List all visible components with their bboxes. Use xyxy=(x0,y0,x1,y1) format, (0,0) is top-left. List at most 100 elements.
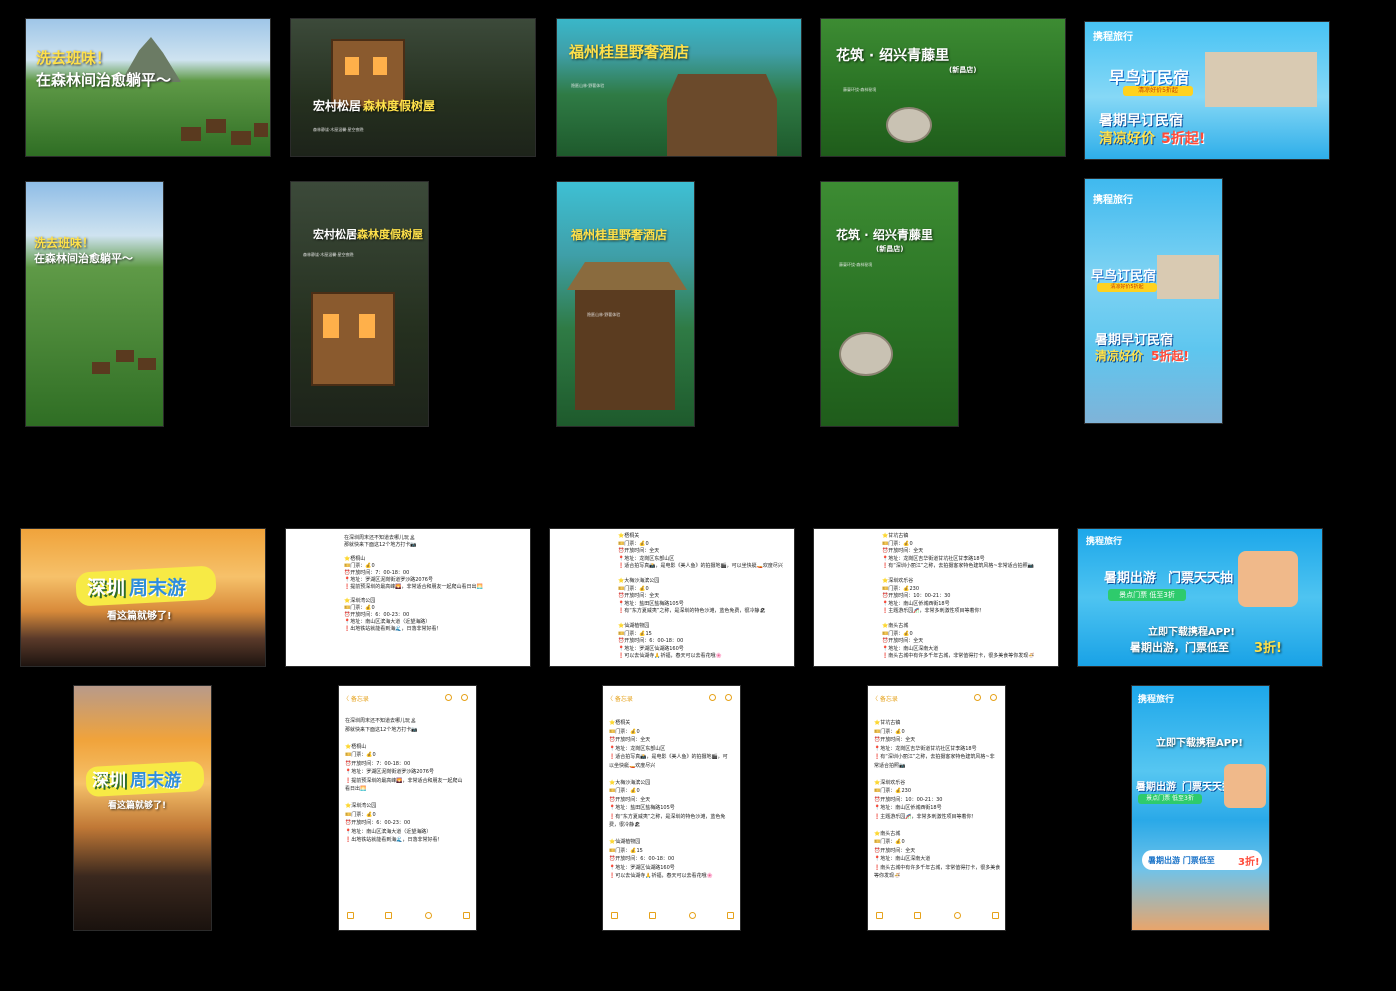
note-line: ❗提前预深圳的最高峰🌄，非常适合和朋友一起爬山 xyxy=(345,777,463,784)
more-icon[interactable] xyxy=(990,694,997,701)
promo-line2a: 清凉好价 xyxy=(1095,349,1144,363)
caption-text: 藤蔓环绕·森林秘境 xyxy=(839,262,873,267)
thumbnail-shaoxing-qingtengli[interactable]: 花筑 · 绍兴青藤里 (新昌店) 藤蔓环绕·森林秘境 xyxy=(820,18,1066,157)
note-line: 🎫门票：💰0 xyxy=(345,752,376,758)
download-line2a: 暑期出游 门票低至 xyxy=(1148,856,1215,865)
note-line: ⭐梧桐山 xyxy=(345,743,367,750)
thumbnail-hongcun-treehouse[interactable]: 宏村松居 森林度假树屋 森林静谧·木屋温馨·星空夜晚 xyxy=(290,18,536,157)
note-line: ❗提前预深圳的最高峰🌄，非常适合和朋友一起爬山看日出🌅 xyxy=(344,584,483,590)
note-line: ❗主题游乐园🎢，非常多刺激性项目等着你！ xyxy=(882,608,985,614)
note-line: ⏰开放时间：全天 xyxy=(882,638,924,644)
thumbnail-ctrip-early-bird-banner[interactable]: 携程旅行 早鸟订民宿 清凉好价5折起 暑期早订民宿 清凉好价 5折起! xyxy=(1084,21,1330,160)
more-icon[interactable] xyxy=(461,694,468,701)
download-line2a: 暑期出游，门票低至 xyxy=(1130,641,1229,654)
promo-line2a: 清凉好价 xyxy=(1099,131,1155,147)
note-line: ⭐甘坑古镇 xyxy=(874,720,901,726)
thumbnail-shenzhen-weekend[interactable]: 深圳 周末游 看这篇就够了! xyxy=(20,528,266,667)
caption-text: 森林静谧·木屋温馨·星空夜晚 xyxy=(303,252,354,257)
thumbnail-note-phone2[interactable]: 〈 备忘录 ⭐梧桐关 🎫门票：💰0 ⏰开放时间：全天 📍地址：龙岗区东部山区 ❗适合拍写… xyxy=(602,685,741,931)
note-line: 📍地址：南山区滨海大道（近望海路） xyxy=(344,619,431,625)
note-line: 📍地址：龙岗区吉华街道甘坑社区甘李路18号 xyxy=(882,555,985,562)
title-name-a: 宏村松居 xyxy=(313,99,362,113)
camera-icon[interactable] xyxy=(385,912,392,919)
thumbnail-note-page3[interactable]: ⭐甘坑古镇 🎫门票：💰0 ⏰开放时间：全天 📍地址：龙岗区吉华街道甘坑社区甘李路18号… xyxy=(813,528,1059,667)
compose-icon[interactable] xyxy=(463,912,470,919)
caption-text: 藤蔓环绕·森林秘境 xyxy=(843,87,877,92)
thumbnail-note-phone1[interactable]: 〈 备忘录 在深圳周末还不知道去哪儿玩🏝 那就快来下面这12个地方打卡📷 ⭐梧桐山 🎫… xyxy=(338,685,477,931)
share-icon[interactable] xyxy=(709,694,716,701)
note-line: ⏰开放时间：全天 xyxy=(874,847,916,854)
share-icon[interactable] xyxy=(445,694,452,701)
cabin xyxy=(181,127,201,141)
compose-icon[interactable] xyxy=(727,912,734,919)
thumbnail-ctrip-tickets-banner[interactable]: 携程旅行 暑期出游 门票天天抽 景点门票 低至3折 立即下载携程APP! 暑期出… xyxy=(1077,528,1323,667)
title-name-a: 宏村松居 xyxy=(313,228,357,241)
promo-line2b: 5折起! xyxy=(1161,131,1206,147)
headline-line1: 洗去班味！ xyxy=(34,236,95,250)
early-bird-tag: 早鸟订民宿 xyxy=(1109,68,1190,87)
share-icon[interactable] xyxy=(974,694,981,701)
download-line1: 立即下载携程APP! xyxy=(1156,738,1243,749)
thumbnail-shaoxing-qingtengli-portrait[interactable]: 花筑 · 绍兴青藤里 (新昌店) 藤蔓环绕·森林秘境 xyxy=(820,181,959,427)
title-part-a: 深圳 xyxy=(87,577,126,599)
cabin xyxy=(138,358,156,370)
markup-icon[interactable] xyxy=(425,912,432,919)
thumbnail-hongcun-treehouse-portrait[interactable]: 宏村松居 森林度假树屋 森林静谧·木屋温馨·星空夜晚 xyxy=(290,181,429,427)
note-line: ⏰开放时间：全天 xyxy=(882,548,924,554)
note-line: 📍地址：龙岗区东部山区 xyxy=(609,745,666,752)
thumbnail-fuzhou-hotel[interactable]: 福州桂里野奢酒店 隐匿山林·野奢体验 xyxy=(556,18,802,157)
early-bird-tag: 早鸟订民宿 xyxy=(1091,269,1157,284)
note-line: ❗南头古城中有许多千年古城，非常值得打卡，很多美食等你发现🍜 xyxy=(882,653,1035,659)
note-line: 🎫门票：💰15 xyxy=(609,847,643,854)
place-subtitle: (新昌店) xyxy=(876,245,904,253)
note-line: 🎫门票：💰0 xyxy=(618,585,649,592)
compose-icon[interactable] xyxy=(992,912,999,919)
back-to-notes[interactable]: 〈 备忘录 xyxy=(343,694,369,703)
note-line: ⭐大梅沙海滨公园 xyxy=(609,779,651,786)
note-line: ⭐甘坑古镇 xyxy=(882,533,909,539)
thumbnail-shenzhen-weekend-portrait[interactable]: 深圳 周末游 看这篇就够了! xyxy=(73,685,212,931)
checklist-icon[interactable] xyxy=(611,912,618,919)
thumbnail-ctrip-tickets-portrait[interactable]: 携程旅行 立即下载携程APP! 暑期出游 门票天天抽 景点门票 低至3折 暑期出… xyxy=(1131,685,1270,931)
thumbnail-note-page1[interactable]: 在深圳周末还不知道去哪儿玩🏝 那就快来下面这12个地方打卡📷 ⭐梧桐山 🎫门票：💰0 ⏰… xyxy=(285,528,531,667)
back-to-notes[interactable]: 〈 备忘录 xyxy=(872,694,898,703)
thatched-roof xyxy=(567,262,687,290)
note-line: ❗适合拍写真📸，是电影《美人鱼》的拍摄地🎬，可 xyxy=(609,754,728,760)
note-line: 🎫门票：💰0 xyxy=(344,563,375,569)
note-line: ⏰开放时间：全天 xyxy=(609,737,651,743)
thumbnail-note-page2[interactable]: ⭐梧桐关 🎫门票：💰0 ⏰开放时间：全天 📍地址：龙岗区东部山区 ❗适合拍写真📸，是电影… xyxy=(549,528,795,667)
checklist-icon[interactable] xyxy=(347,912,354,919)
markup-icon[interactable] xyxy=(689,912,696,919)
markup-icon[interactable] xyxy=(954,912,961,919)
note-line: ⏰开放时间：6：00-23：00 xyxy=(344,612,410,618)
note-line: ❗有“深圳小丽江”之称，去拍摄客家特色建筑风格~非常适合拍照📷 xyxy=(882,563,1034,569)
headline-line1: 洗去班味！ xyxy=(36,49,112,67)
thumbnail-forest-cabins[interactable]: 洗去班味！ 在森林间治愈躺平～ xyxy=(25,18,271,157)
more-icon[interactable] xyxy=(725,694,732,701)
note-line: 📍地址：盐田区盐梅路105号 xyxy=(609,805,675,811)
tickets-line1a: 暑期出游 xyxy=(1104,571,1157,586)
note-line: 🎫门票：💰0 xyxy=(344,605,375,611)
place-title: 花筑 · 绍兴青藤里 xyxy=(836,48,950,64)
thumbnail-ctrip-early-bird-portrait[interactable]: 携程旅行 早鸟订民宿 清凉好价5折起 暑期早订民宿 清凉好价 5折起! xyxy=(1084,178,1223,424)
thumbnail-forest-cabins-portrait[interactable]: 洗去班味！ 在森林间治愈躺平～ xyxy=(25,181,164,427)
note-line: 🎫门票：💰0 xyxy=(874,728,905,735)
note-line: 那就快来下面这12个地方打卡📷 xyxy=(345,726,418,733)
checklist-icon[interactable] xyxy=(876,912,883,919)
thumbnail-fuzhou-hotel-portrait[interactable]: 福州桂里野奢酒店 隐匿山林·野奢体验 xyxy=(556,181,695,427)
note-line: 在深圳周末还不知道去哪儿玩🏝 xyxy=(344,535,416,541)
note-line: 🎫门票：💰15 xyxy=(618,630,652,637)
note-line: 📍地址：罗湖区仙湖路160号 xyxy=(618,645,684,652)
promo-line2b: 5折起! xyxy=(1151,349,1189,363)
thumbnail-note-phone3[interactable]: 〈 备忘录 ⭐甘坑古镇 🎫门票：💰0 ⏰开放时间：全天 📍地址：龙岗区吉华街道甘坑社区… xyxy=(867,685,1006,931)
note-line: 费，很冷静🏖 xyxy=(609,822,641,828)
camera-icon[interactable] xyxy=(914,912,921,919)
discount-pill: 清凉好价5折起 xyxy=(1097,283,1157,292)
note-line: ❗可以去仙湖寺🙏祈福，春天可以去看花哦🌸 xyxy=(618,653,722,659)
download-line2b: 3折! xyxy=(1238,857,1260,868)
camera-icon[interactable] xyxy=(649,912,656,919)
back-to-notes[interactable]: 〈 备忘录 xyxy=(607,694,633,703)
note-line: ❗适合拍写真📸，是电影《美人鱼》的拍摄地🎬，可以坐快艇🚤欢度尽兴 xyxy=(618,563,783,569)
note-line: ⭐大梅沙海滨公园 xyxy=(618,578,660,584)
note-line: ⭐深圳欢乐谷 xyxy=(882,578,914,584)
